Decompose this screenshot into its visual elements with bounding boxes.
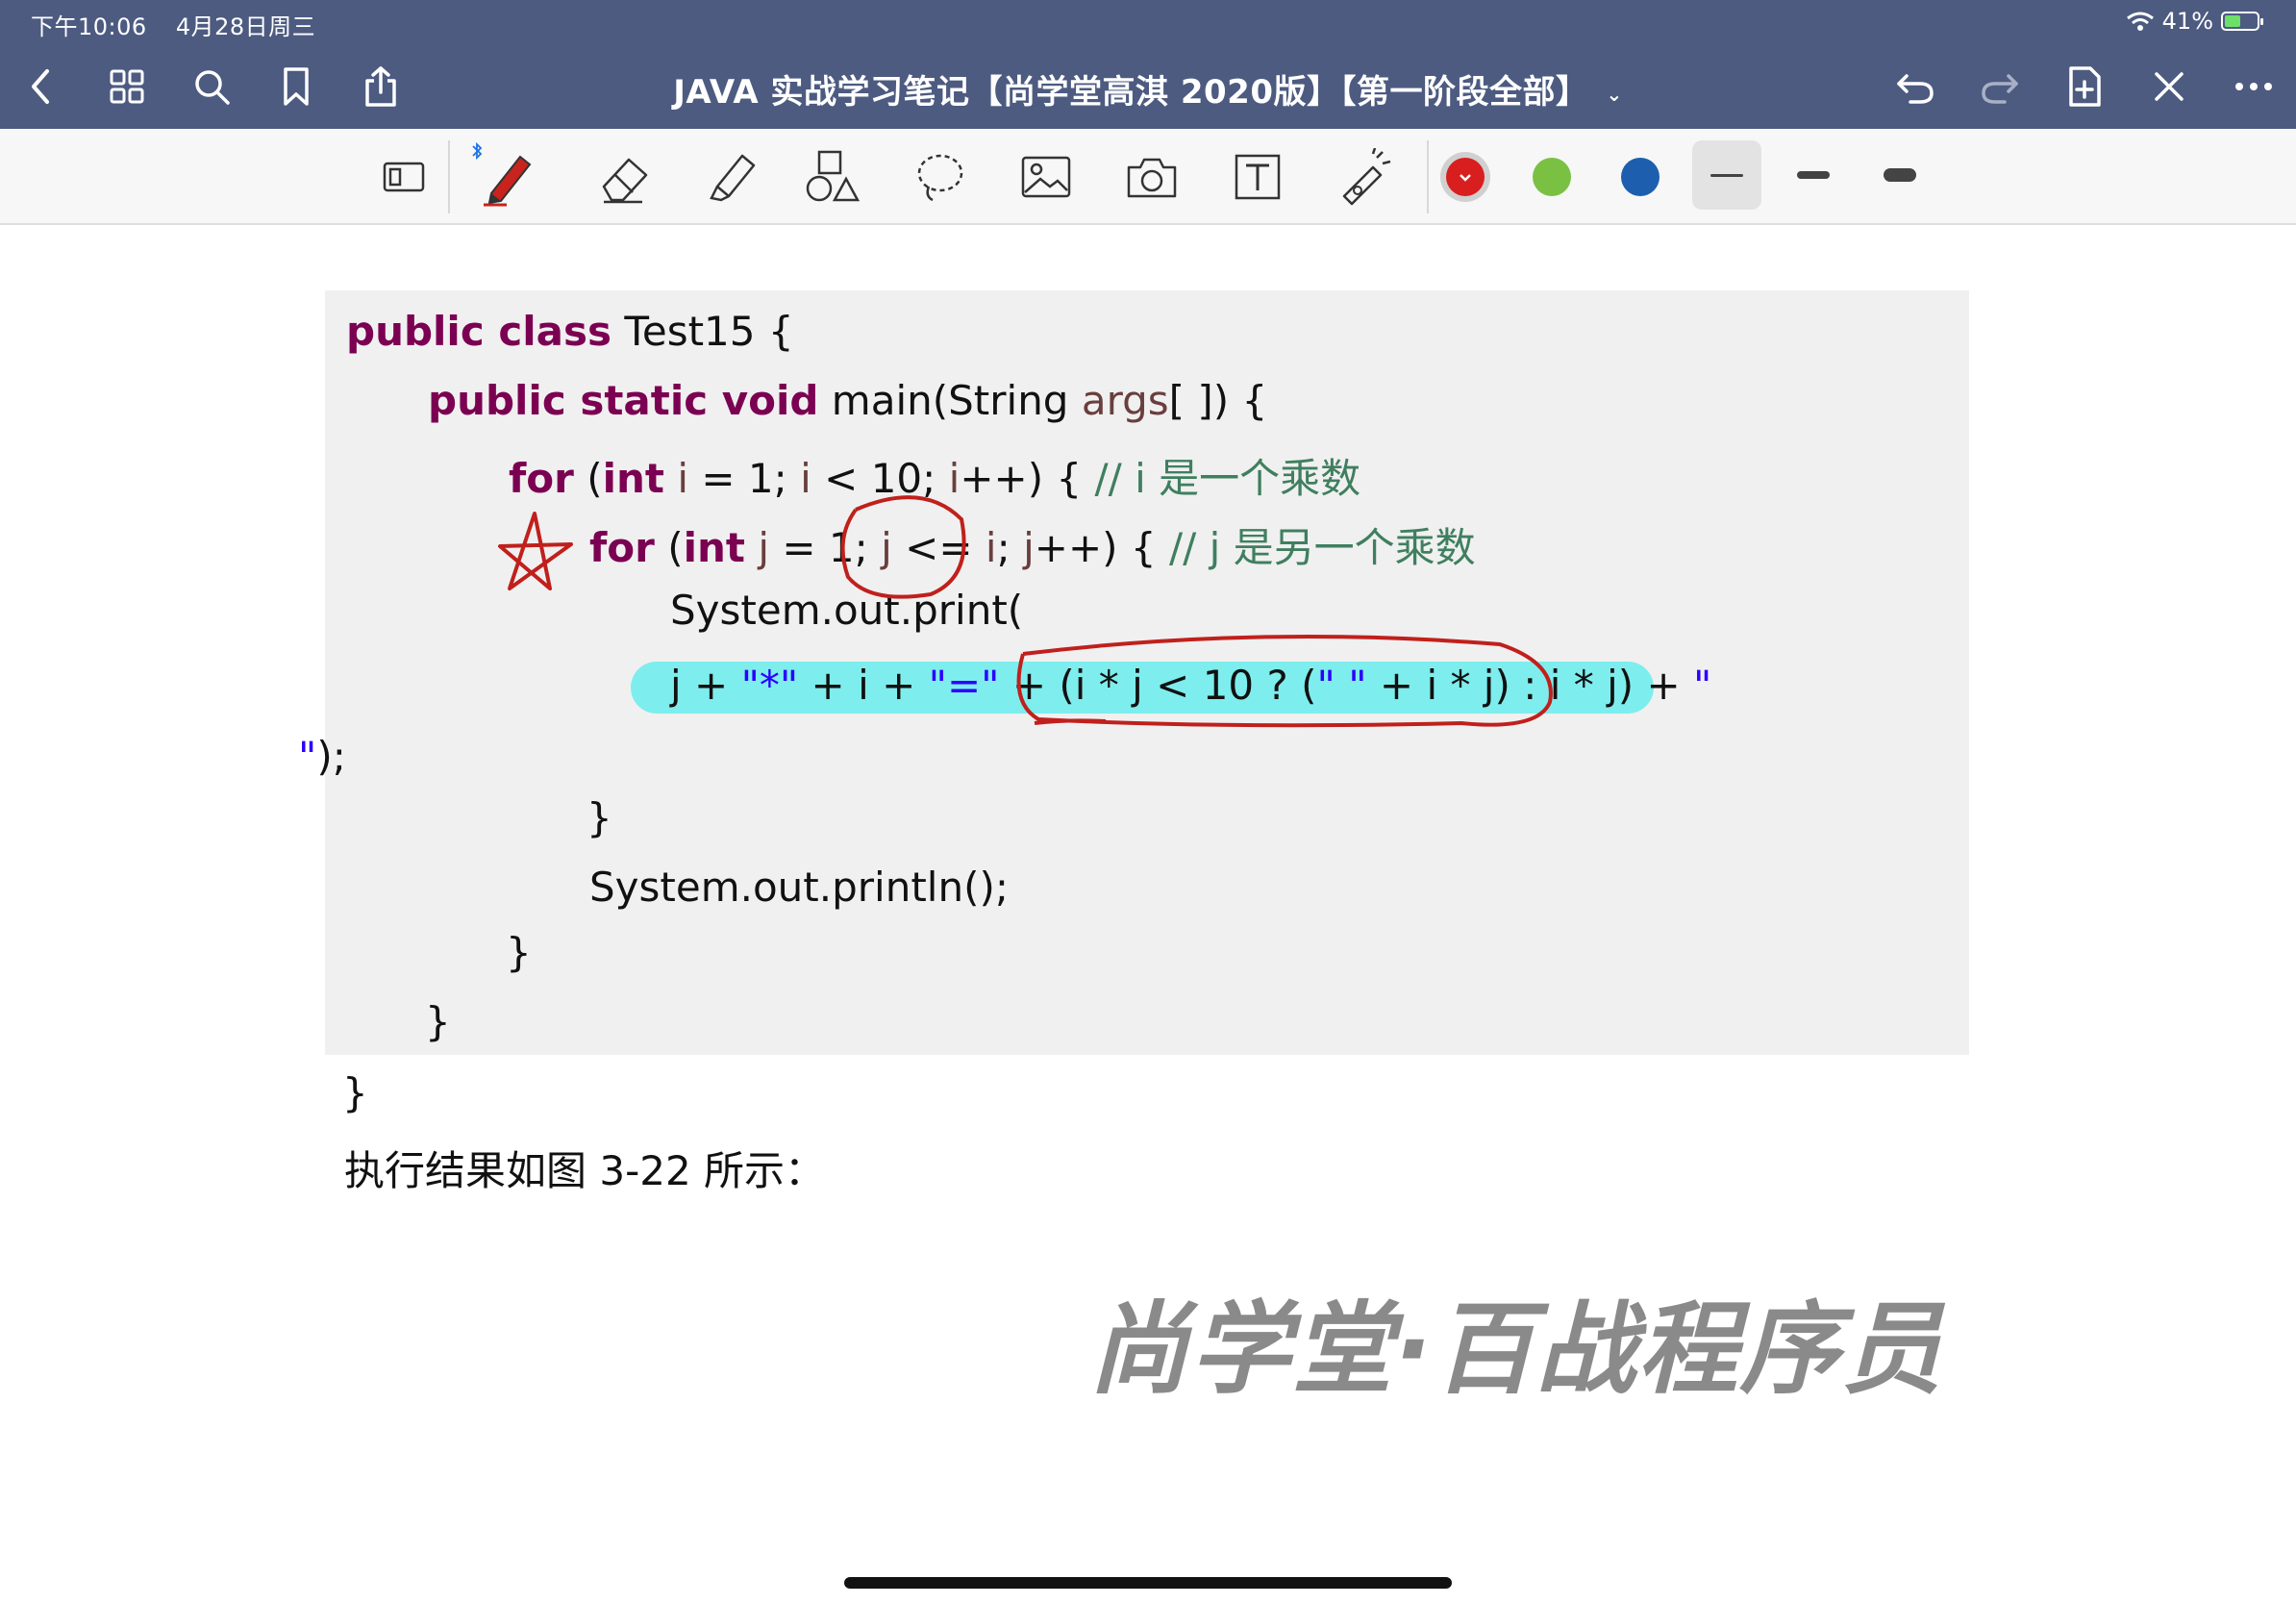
eraser-tool[interactable]	[594, 146, 656, 208]
code-line-4: for (int j = 1; j <= i; j++) { // j 是另一个…	[589, 524, 1476, 571]
home-indicator	[844, 1577, 1452, 1589]
chevron-down-icon: ⌄	[1606, 82, 1623, 106]
battery-icon	[2221, 12, 2263, 31]
code-line-5: System.out.print(	[670, 587, 1024, 634]
camera-icon	[1127, 158, 1177, 198]
stroke-width-thick[interactable]	[1865, 140, 1934, 210]
highlighter-icon	[710, 154, 756, 202]
chevron-down-icon	[1460, 174, 1471, 182]
code-line-9: System.out.println();	[589, 864, 1009, 911]
undo-button[interactable]	[1888, 60, 1942, 113]
code-line-2: public static void main(String args[ ]) …	[428, 377, 1268, 424]
code-line-7: ");	[298, 733, 346, 780]
battery-percent: 41%	[2161, 8, 2213, 35]
code-line-10: }	[506, 929, 532, 976]
page-view-tool[interactable]	[373, 146, 435, 208]
color-swatch-blue[interactable]	[1621, 158, 1660, 196]
camera-tool[interactable]	[1121, 146, 1183, 208]
pen-tool[interactable]	[472, 141, 538, 208]
status-bar-right: 41%	[2126, 8, 2263, 35]
laser-pointer-tool[interactable]	[1333, 146, 1394, 208]
top-navigation-bar: 下午10:06 4月28日周三 41% JAVA 实战学习笔记【尚学堂高淇 20…	[0, 0, 2296, 129]
code-line-8: }	[586, 794, 612, 841]
close-toolbar-button[interactable]	[2142, 60, 2196, 113]
code-line-6: j + "*" + i + "=" + (i * j < 10 ? (" " +…	[670, 662, 1712, 709]
color-swatch-red[interactable]	[1446, 158, 1485, 196]
more-button[interactable]	[2227, 60, 2281, 113]
drawing-toolbar	[0, 129, 2296, 225]
code-line-3: for (int i = 1; i < 10; i++) { // i 是一个乘…	[509, 455, 1361, 502]
redo-button[interactable]	[1973, 60, 2027, 113]
lasso-tool[interactable]	[910, 146, 971, 208]
stroke-width-medium[interactable]	[1779, 140, 1848, 210]
caption-text: 执行结果如图 3-22 所示：	[344, 1147, 826, 1194]
text-icon	[1235, 154, 1281, 200]
stroke-width-thin[interactable]	[1692, 140, 1761, 210]
wifi-icon	[2126, 12, 2154, 31]
document-title-menu[interactable]: JAVA 实战学习笔记【尚学堂高淇 2020版】【第一阶段全部】 ⌄	[0, 65, 2296, 113]
shapes-tool[interactable]	[802, 146, 863, 208]
status-bar-left: 下午10:06 4月28日周三	[31, 8, 337, 41]
eraser-icon	[602, 158, 648, 204]
shapes-icon	[806, 150, 861, 202]
lasso-icon	[917, 154, 963, 202]
document-title: JAVA 实战学习笔记【尚学堂高淇 2020版】【第一阶段全部】	[673, 73, 1589, 112]
bluetooth-icon	[472, 141, 483, 161]
add-page-button[interactable]	[2058, 60, 2111, 113]
code-line-12: }	[342, 1069, 368, 1116]
image-icon	[1021, 156, 1071, 198]
page-view-icon	[383, 162, 425, 192]
status-time: 下午10:06	[31, 13, 147, 40]
undo-icon	[1897, 74, 1934, 104]
status-date: 4月28日周三	[175, 13, 316, 40]
close-icon	[2155, 72, 2184, 101]
image-tool[interactable]	[1015, 146, 1077, 208]
add-page-icon	[2069, 66, 2101, 107]
code-line-11: }	[425, 998, 451, 1045]
code-line-1: public class Test15 {	[346, 308, 794, 355]
text-tool[interactable]	[1227, 146, 1288, 208]
toolbar-divider	[448, 140, 450, 213]
toolbar-divider	[1427, 140, 1429, 213]
watermark-logo: 尚学堂·百战程序员	[1088, 1291, 1944, 1408]
laser-pointer-icon	[1342, 148, 1391, 206]
redo-icon	[1982, 74, 2018, 104]
highlighter-tool[interactable]	[700, 146, 761, 208]
more-icon	[2235, 83, 2272, 90]
color-swatch-green[interactable]	[1533, 158, 1571, 196]
pen-icon	[484, 155, 532, 207]
